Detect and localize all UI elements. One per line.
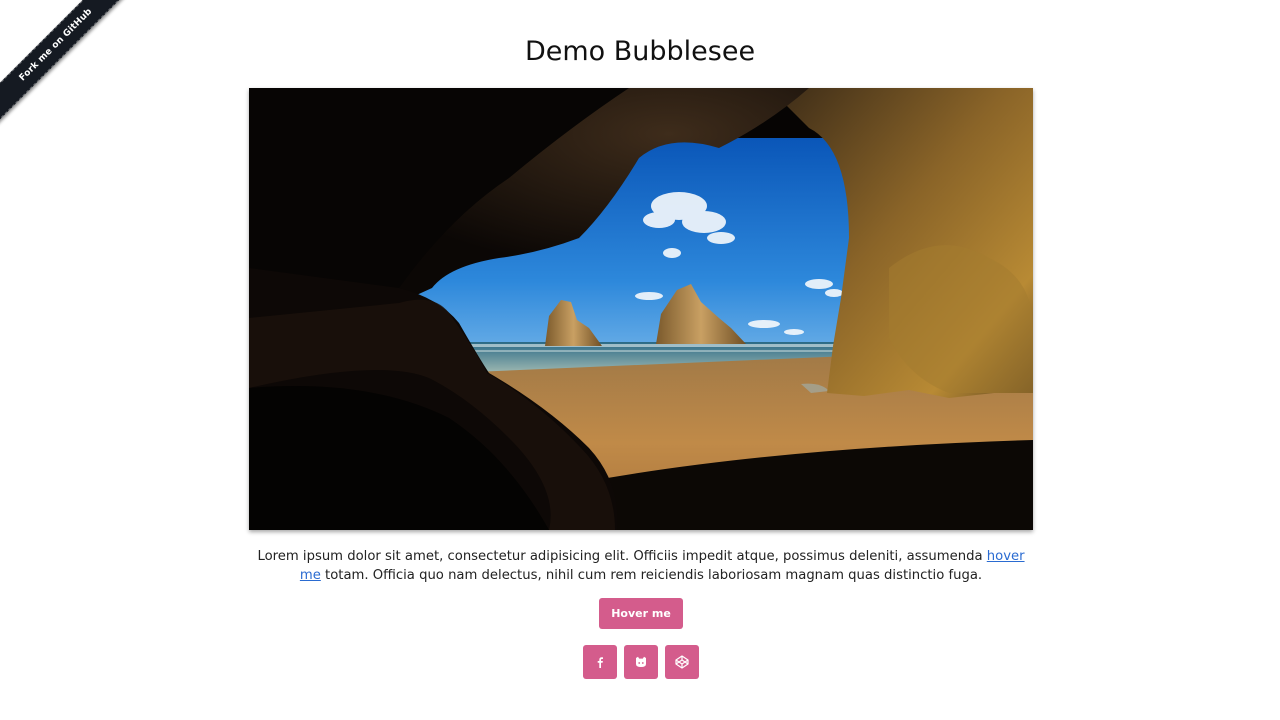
cave-beach-photo xyxy=(249,88,1033,530)
facebook-icon xyxy=(594,656,606,668)
description-text-end: totam. Officia quo nam delectus, nihil c… xyxy=(320,568,983,583)
github-ribbon-corner: Fork me on GitHub xyxy=(0,0,130,130)
facebook-button[interactable] xyxy=(583,645,617,679)
codepen-icon xyxy=(675,655,689,669)
page: Fork me on GitHub Demo Bubblesee Lorem i… xyxy=(0,0,1280,720)
github-icon xyxy=(634,655,648,669)
fork-on-github-ribbon[interactable]: Fork me on GitHub xyxy=(0,0,130,125)
page-title: Demo Bubblesee xyxy=(524,36,756,67)
hero-image xyxy=(249,88,1033,530)
description-paragraph: Lorem ipsum dolor sit amet, consectetur … xyxy=(250,547,1032,585)
codepen-button[interactable] xyxy=(665,645,699,679)
github-button[interactable] xyxy=(624,645,658,679)
description-text-start: Lorem ipsum dolor sit amet, consectetur … xyxy=(257,549,987,564)
hover-me-button[interactable]: Hover me xyxy=(599,598,683,629)
social-buttons xyxy=(583,645,699,679)
